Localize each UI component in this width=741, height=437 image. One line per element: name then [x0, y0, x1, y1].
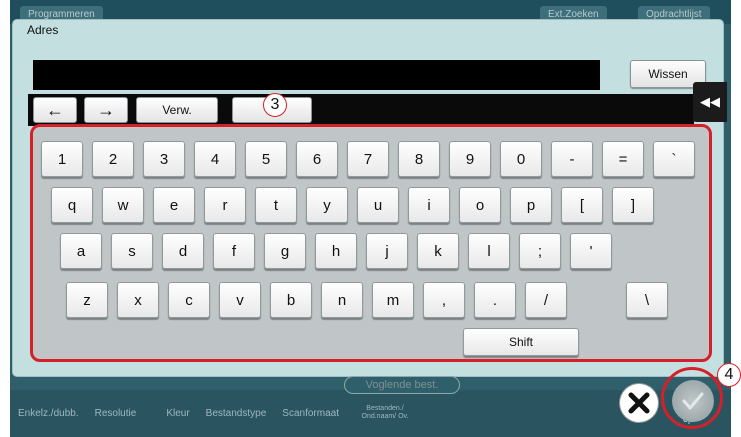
key-v[interactable]: v [219, 282, 261, 318]
key-3[interactable]: 3 [143, 141, 185, 177]
key-w[interactable]: w [102, 187, 144, 223]
tab-scanformaat[interactable]: Scanformaat [274, 404, 347, 424]
key-b[interactable]: b [270, 282, 312, 318]
key-e[interactable]: e [153, 187, 195, 223]
key-backslash[interactable]: \ [626, 282, 668, 318]
background-function-tabs: Enkelz./dubb. Resolutie Kleur Bestandsty… [10, 404, 650, 424]
key-equals[interactable]: = [602, 141, 644, 177]
key-l[interactable]: l [468, 233, 510, 269]
key-semicolon[interactable]: ; [519, 233, 561, 269]
key-9[interactable]: 9 [449, 141, 491, 177]
key-d[interactable]: d [162, 233, 204, 269]
on-screen-keyboard: 1 2 3 4 5 6 7 8 9 0 - = ` q w e r t y u … [30, 124, 712, 362]
key-backtick[interactable]: ` [653, 141, 695, 177]
key-right-bracket[interactable]: ] [612, 187, 654, 223]
tab-resolutie[interactable]: Resolutie [87, 404, 145, 424]
cursor-left-button[interactable]: ← [33, 97, 77, 123]
cursor-right-button[interactable]: → [84, 97, 128, 123]
cancel-button[interactable] [620, 384, 658, 422]
key-apostrophe[interactable]: ' [570, 233, 612, 269]
key-m[interactable]: m [372, 282, 414, 318]
address-input[interactable] [33, 60, 600, 90]
key-2[interactable]: 2 [92, 141, 134, 177]
callout-3: 3 [263, 93, 287, 117]
key-g[interactable]: g [264, 233, 306, 269]
key-k[interactable]: k [417, 233, 459, 269]
key-6[interactable]: 6 [296, 141, 338, 177]
tab-enkelz-dubb[interactable]: Enkelz./dubb. [10, 404, 87, 424]
key-f[interactable]: f [213, 233, 255, 269]
key-u[interactable]: u [357, 187, 399, 223]
key-slash[interactable]: / [525, 282, 567, 318]
key-z[interactable]: z [66, 282, 108, 318]
arrow-right-icon: → [97, 99, 115, 120]
key-p[interactable]: p [510, 187, 552, 223]
shift-key[interactable]: Shift [463, 328, 579, 356]
key-minus[interactable]: - [551, 141, 593, 177]
double-chevron-left-icon: ◀◀ [700, 94, 720, 109]
key-4[interactable]: 4 [194, 141, 236, 177]
tab-bestandstype[interactable]: Bestandstype [198, 404, 275, 424]
close-icon [628, 392, 650, 414]
key-left-bracket[interactable]: [ [561, 187, 603, 223]
dialog-title: Adres [27, 23, 59, 37]
tab-bestanden-ond-naam[interactable]: Bestanden./ Ond.naam/ Ov. [347, 404, 423, 424]
key-5[interactable]: 5 [245, 141, 287, 177]
key-x[interactable]: x [117, 282, 159, 318]
key-0[interactable]: 0 [500, 141, 542, 177]
key-s[interactable]: s [111, 233, 153, 269]
key-j[interactable]: j [366, 233, 408, 269]
key-7[interactable]: 7 [347, 141, 389, 177]
key-t[interactable]: t [255, 187, 297, 223]
key-period[interactable]: . [474, 282, 516, 318]
collapse-panel-button[interactable]: ◀◀ [693, 82, 727, 122]
delete-button[interactable]: Verw. [136, 97, 218, 123]
callout-4: 4 [717, 363, 741, 387]
tab-kleur[interactable]: Kleur [144, 404, 197, 424]
key-q[interactable]: q [51, 187, 93, 223]
key-r[interactable]: r [204, 187, 246, 223]
key-comma[interactable]: , [423, 282, 465, 318]
key-n[interactable]: n [321, 282, 363, 318]
key-a[interactable]: a [60, 233, 102, 269]
key-1[interactable]: 1 [41, 141, 83, 177]
next-settings-button[interactable]: Voglende best. [344, 376, 460, 394]
key-8[interactable]: 8 [398, 141, 440, 177]
key-y[interactable]: y [306, 187, 348, 223]
key-c[interactable]: c [168, 282, 210, 318]
arrow-left-icon: ← [46, 99, 64, 120]
ok-button[interactable] [672, 380, 714, 422]
key-o[interactable]: o [459, 187, 501, 223]
key-h[interactable]: h [315, 233, 357, 269]
key-i[interactable]: i [408, 187, 450, 223]
checkmark-icon [682, 392, 704, 410]
